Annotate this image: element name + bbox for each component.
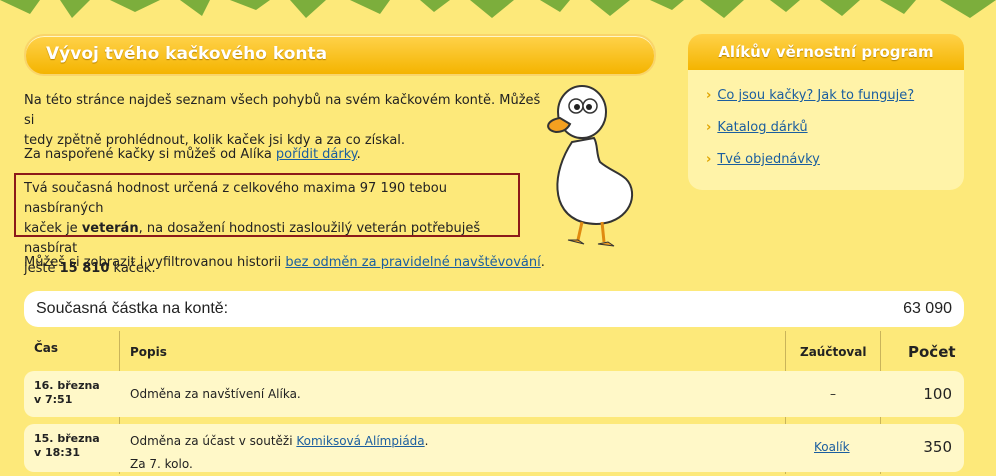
row-description-text: Odměna za účast v soutěži (130, 434, 297, 448)
get-gifts-link[interactable]: pořídit dárky (276, 147, 357, 162)
row-date-day: 15. března (34, 432, 100, 445)
status-line-2-start: kaček je (24, 221, 82, 236)
row-booked-by: – (830, 387, 836, 401)
sidebar-item-orders[interactable]: › Tvé objednávky (706, 152, 820, 167)
table-row: 15. března v 18:31 Odměna za účast v sou… (24, 424, 964, 472)
row-count: 350 (923, 438, 952, 456)
rank-status-box: Tvá současná hodnost určená z celkového … (14, 173, 520, 276)
account-balance-bar: Současná částka na kontě: 63 090 (24, 291, 964, 327)
filter-text-end: . (540, 255, 545, 270)
row-description-detail: Za 7. kolo. (130, 457, 193, 471)
contest-link[interactable]: Komiksová Alímpiáda (296, 434, 424, 448)
gift-text: Za naspořené kačky si můžeš od Alíka poř… (24, 147, 361, 162)
current-rank: veterán (81, 221, 139, 236)
chevron-right-icon: › (706, 152, 712, 167)
row-description: Odměna za navštívení Alíka. (130, 387, 301, 401)
gift-catalog-link[interactable]: Katalog dárků (717, 120, 807, 135)
page-title: Vývoj tvého kačkového konta (46, 44, 328, 64)
loyalty-program-title: Alíkův věrnostní program (688, 34, 964, 70)
row-date: 15. března v 18:31 (34, 432, 100, 460)
chevron-right-icon: › (706, 120, 712, 135)
row-description: Odměna za účast v soutěži Komiksová Alím… (130, 430, 428, 476)
gift-text-label: Za naspořené kačky si můžeš od Alíka (24, 147, 276, 162)
table-row: 16. března v 7:51 Odměna za navštívení A… (24, 371, 964, 417)
filter-text: Můžeš si zobrazit i vyfiltrovanou histor… (24, 253, 545, 273)
status-line-1: Tvá současná hodnost určená z celkového … (24, 181, 447, 216)
intro-text: Na této stránce najdeš seznam všech pohy… (24, 91, 544, 151)
row-booked-by: Koalík (814, 440, 850, 454)
orders-link[interactable]: Tvé objednávky (717, 152, 820, 167)
how-it-works-link[interactable]: Co jsou kačky? Jak to funguje? (717, 88, 914, 103)
leaf-border-decoration (0, 0, 996, 18)
chevron-right-icon: › (706, 88, 712, 103)
filter-text-label: Můžeš si zobrazit i vyfiltrovanou histor… (24, 255, 286, 270)
row-date-day: 16. března (34, 379, 100, 392)
duck-illustration (547, 85, 634, 247)
row-description-end: . (424, 434, 429, 448)
sidebar-item-gift-catalog[interactable]: › Katalog dárků (706, 120, 808, 135)
page-title-bar: Vývoj tvého kačkového konta (24, 34, 656, 76)
booked-by-link[interactable]: Koalík (814, 440, 850, 454)
row-count: 100 (923, 385, 952, 403)
row-date-time: v 7:51 (34, 393, 73, 406)
row-date-time: v 18:31 (34, 446, 81, 459)
intro-line-1: Na této stránce najdeš seznam všech pohy… (24, 93, 541, 128)
row-date: 16. března v 7:51 (34, 379, 100, 407)
balance-label: Současná částka na kontě: (36, 300, 229, 317)
history-table-header: Čas Popis Zaúčtoval Počet (24, 331, 964, 369)
balance-value: 63 090 (903, 300, 952, 317)
sidebar-item-how-it-works[interactable]: › Co jsou kačky? Jak to funguje? (706, 88, 914, 103)
filter-history-link[interactable]: bez odměn za pravidelné navštěvování (285, 255, 540, 270)
loyalty-program-panel: Alíkův věrnostní program › Co jsou kačky?… (688, 34, 964, 190)
